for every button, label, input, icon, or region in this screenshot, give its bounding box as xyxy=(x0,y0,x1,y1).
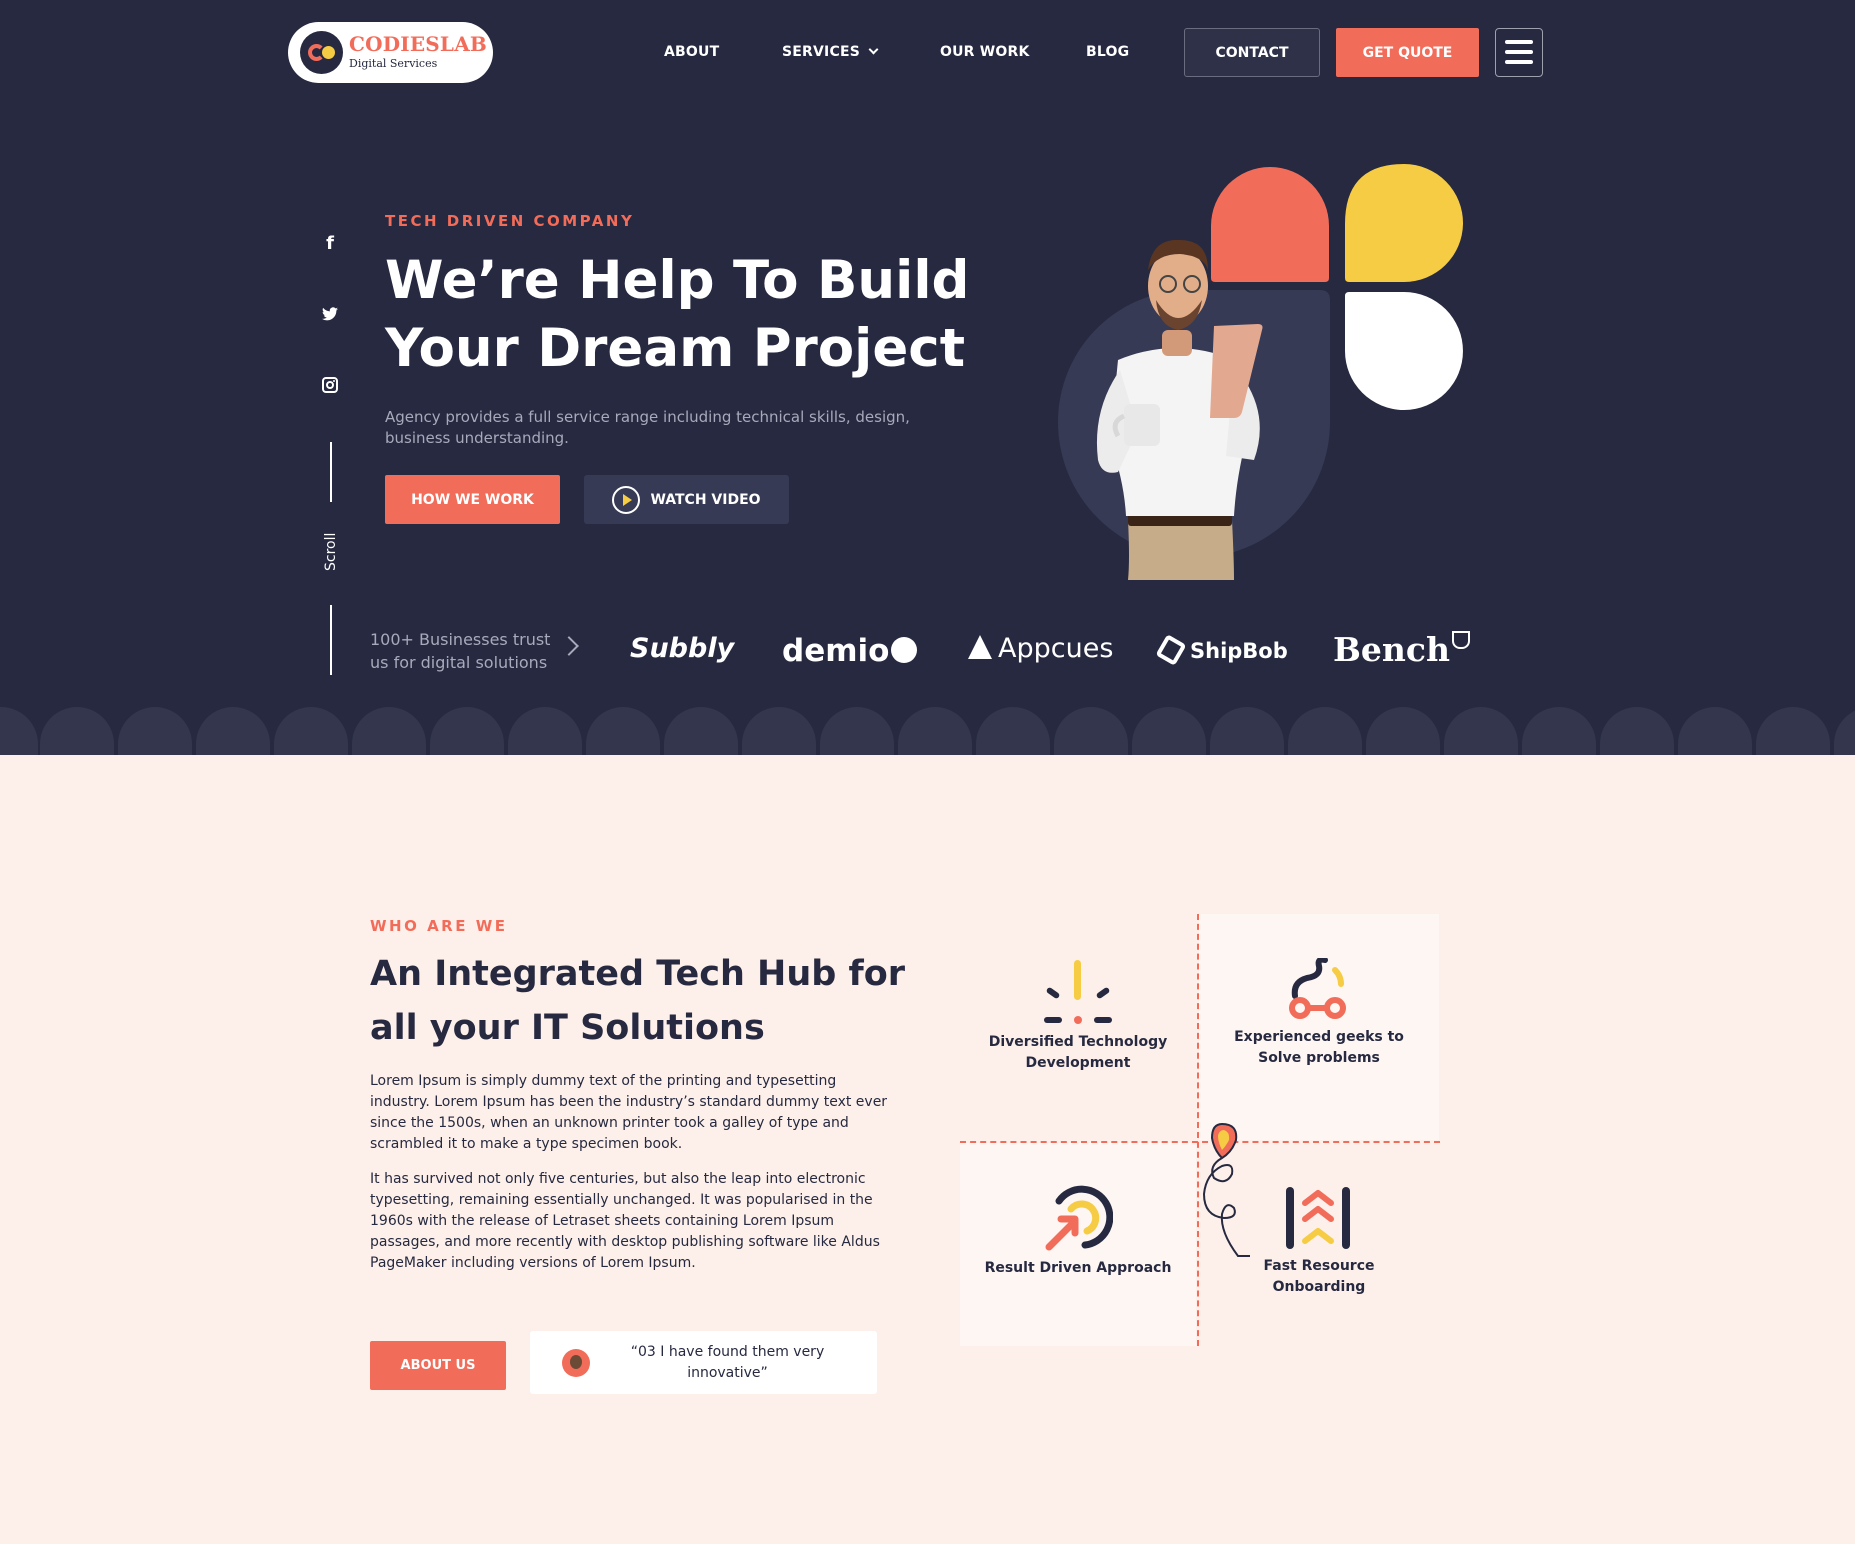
brand-logo-demio-text: demio xyxy=(782,633,890,669)
hero-title-line2: Your Dream Project xyxy=(385,318,966,379)
contact-button[interactable]: CONTACT xyxy=(1184,28,1320,77)
avatar xyxy=(562,1349,590,1377)
feature-label-3: Result Driven Approach xyxy=(984,1260,1172,1276)
scroll-line-bottom xyxy=(330,605,332,675)
nav-about[interactable]: ABOUT xyxy=(664,44,719,60)
chevron-down-icon xyxy=(868,44,879,55)
chevron-right-icon xyxy=(559,636,579,656)
brand-logo-shipbob-text: ShipBob xyxy=(1190,639,1288,663)
about-eyebrow: WHO ARE WE xyxy=(370,917,508,935)
instagram-icon[interactable] xyxy=(318,376,342,400)
feature-label-2: Experienced geeks to Solve problems xyxy=(1234,1029,1404,1066)
nav-services-label: SERVICES xyxy=(782,44,860,60)
nav-blog[interactable]: BLOG xyxy=(1086,44,1129,60)
hero-title: We’re Help To Build Your Dream Project xyxy=(385,247,1005,383)
about-paragraph-1: Lorem Ipsum is simply dummy text of the … xyxy=(370,1073,888,1152)
logo-name: CODIESLAB xyxy=(349,32,488,56)
brand-logo-appcues: Appcues xyxy=(968,633,1113,664)
facebook-icon[interactable]: f xyxy=(318,232,342,256)
feature-label-1: Diversified Technology Development xyxy=(988,1034,1168,1071)
brand-logo-appcues-text: Appcues xyxy=(998,633,1114,664)
logo-tagline: Digital Services xyxy=(349,57,438,70)
hero-illustration xyxy=(1058,160,1478,580)
balloon-squiggle-icon xyxy=(1198,1122,1258,1266)
logo-mark-icon xyxy=(300,31,343,74)
bike-icon xyxy=(1285,956,1353,1026)
brand-logo-bench-text: Bench xyxy=(1333,630,1450,669)
hero-eyebrow: TECH DRIVEN COMPANY xyxy=(385,212,635,230)
get-quote-button[interactable]: GET QUOTE xyxy=(1336,28,1479,77)
trust-text: 100+ Businesses trust us for digital sol… xyxy=(370,630,551,672)
quote-text: “03 I have found them very innovative” xyxy=(630,1344,825,1381)
hero-description: Agency provides a full service range inc… xyxy=(385,408,910,447)
play-icon xyxy=(612,485,641,514)
brand-logo-shipbob: ShipBob xyxy=(1155,634,1288,666)
scroll-line-top xyxy=(330,442,332,502)
logo[interactable]: CODIESLAB Digital Services xyxy=(288,22,493,83)
hero-title-line1: We’re Help To Build xyxy=(385,250,970,311)
about-us-button[interactable]: ABOUT US xyxy=(370,1341,506,1390)
nav-services[interactable]: SERVICES xyxy=(782,44,879,60)
watch-video-label: WATCH VIDEO xyxy=(650,491,761,508)
menu-button[interactable] xyxy=(1495,28,1543,77)
brand-logo-bench: Bench xyxy=(1333,630,1470,669)
about-title: An Integrated Tech Hub for all your IT S… xyxy=(370,954,906,1048)
twitter-icon[interactable] xyxy=(318,304,342,328)
brand-logo-subbly: Subbly xyxy=(630,633,735,664)
about-paragraph-2: It has survived not only five centuries,… xyxy=(370,1171,880,1271)
nav-our-work[interactable]: OUR WORK xyxy=(940,44,1030,60)
mic-icon xyxy=(891,637,918,663)
how-we-work-button[interactable]: HOW WE WORK xyxy=(385,475,560,524)
spark-icon xyxy=(1040,958,1116,1032)
shipbob-mark-icon xyxy=(1155,634,1187,666)
brand-logo-demio: demio xyxy=(782,633,918,669)
watch-video-button[interactable]: WATCH VIDEO xyxy=(584,475,789,524)
testimonial-quote: “03 I have found them very innovative” xyxy=(530,1331,877,1394)
hero-section: CODIESLAB Digital Services ABOUT SERVICE… xyxy=(0,0,1855,755)
bench-mark-icon xyxy=(1451,631,1470,649)
chevrons-up-icon xyxy=(1283,1185,1353,1255)
appcues-mark-icon xyxy=(968,635,992,659)
target-arrow-icon xyxy=(1043,1183,1114,1257)
scroll-label: Scroll xyxy=(323,532,339,571)
